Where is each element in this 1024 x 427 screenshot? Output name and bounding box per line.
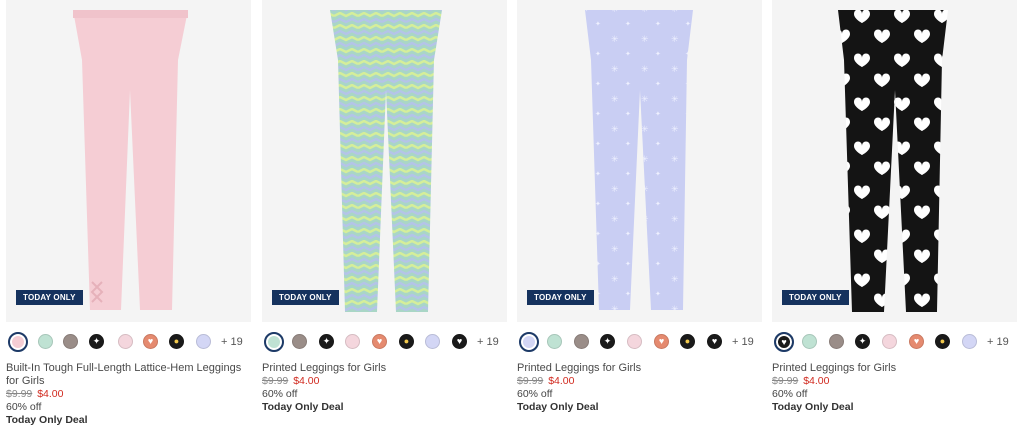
swatch-black-print[interactable]: ✦ (600, 334, 615, 349)
sale-price: $4.00 (803, 375, 830, 387)
color-swatches: ♥ ✦ ♥ ● + 19 (772, 332, 1017, 352)
leggings-illustration (330, 10, 442, 312)
leggings-illustration (838, 10, 948, 312)
swatch-coral-heart[interactable]: ♥ (909, 334, 924, 349)
discount-label: 60% off (262, 388, 298, 400)
product-card: TODAY ONLY ♥ ✦ ♥ ● + 19 Printed Leggings… (772, 0, 1017, 413)
price-row: $9.99 $4.00 (262, 375, 319, 388)
swatch-lavender[interactable] (519, 332, 539, 352)
product-image[interactable]: TODAY ONLY (262, 0, 507, 322)
product-card: TODAY ONLY ✦ ♥ ● ♥ + 19 Printed Leggings… (262, 0, 507, 413)
swatch-coral-heart[interactable]: ♥ (143, 334, 158, 349)
today-only-badge: TODAY ONLY (272, 290, 339, 305)
today-only-badge: TODAY ONLY (16, 290, 83, 305)
swatch-taupe[interactable] (829, 334, 844, 349)
price-row: $9.99 $4.00 (6, 388, 63, 401)
sale-price: $4.00 (37, 388, 64, 400)
today-only-badge: TODAY ONLY (782, 290, 849, 305)
swatch-mint[interactable] (547, 334, 562, 349)
swatch-black-yellow[interactable]: ● (399, 334, 414, 349)
swatch-pink-print[interactable] (882, 334, 897, 349)
product-image[interactable]: TODAY ONLY (6, 0, 251, 322)
discount-label: 60% off (772, 388, 808, 400)
sale-price: $4.00 (548, 375, 575, 387)
swatch-pink-print[interactable] (627, 334, 642, 349)
swatch-mint[interactable] (38, 334, 53, 349)
product-card: TODAY ONLY ✦ ♥ ● + 19 Built-In Tough Ful… (6, 0, 251, 426)
swatch-lavender[interactable] (962, 334, 977, 349)
swatch-lavender[interactable] (425, 334, 440, 349)
swatch-mint[interactable] (264, 332, 284, 352)
product-card: TODAY ONLY ✦ ♥ ● ♥ + 19 Printed Leggings… (517, 0, 762, 413)
swatch-pink-print[interactable] (345, 334, 360, 349)
product-title[interactable]: Printed Leggings for Girls (517, 362, 757, 375)
product-grid: TODAY ONLY ✦ ♥ ● + 19 Built-In Tough Ful… (0, 0, 1024, 427)
swatch-black-print[interactable]: ✦ (89, 334, 104, 349)
today-only-badge: TODAY ONLY (527, 290, 594, 305)
swatch-mint[interactable] (802, 334, 817, 349)
discount-label: 60% off (517, 388, 553, 400)
product-title[interactable]: Printed Leggings for Girls (772, 362, 1012, 375)
original-price: $9.99 (517, 375, 544, 387)
discount-label: 60% off (6, 401, 42, 413)
product-image[interactable]: TODAY ONLY (517, 0, 762, 322)
original-price: $9.99 (262, 375, 289, 387)
swatch-taupe[interactable] (63, 334, 78, 349)
product-title[interactable]: Built-In Tough Full-Length Lattice-Hem L… (6, 362, 246, 388)
swatch-coral-heart[interactable]: ♥ (654, 334, 669, 349)
swatch-taupe[interactable] (574, 334, 589, 349)
swatch-black-yellow[interactable]: ● (680, 334, 695, 349)
more-colors-link[interactable]: + 19 (477, 336, 499, 348)
swatch-black-print[interactable]: ✦ (855, 334, 870, 349)
swatch-black-print[interactable]: ✦ (319, 334, 334, 349)
deal-label: Today Only Deal (262, 401, 344, 413)
swatch-pink[interactable] (8, 332, 28, 352)
sale-price: $4.00 (293, 375, 320, 387)
price-row: $9.99 $4.00 (772, 375, 829, 388)
more-colors-link[interactable]: + 19 (221, 336, 243, 348)
swatch-black-heart[interactable]: ♥ (707, 334, 722, 349)
original-price: $9.99 (772, 375, 799, 387)
price-row: $9.99 $4.00 (517, 375, 574, 388)
swatch-black-yellow[interactable]: ● (935, 334, 950, 349)
swatch-lavender[interactable] (196, 334, 211, 349)
swatch-black-heart[interactable]: ♥ (774, 332, 794, 352)
product-title[interactable]: Printed Leggings for Girls (262, 362, 502, 375)
more-colors-link[interactable]: + 19 (987, 336, 1009, 348)
color-swatches: ✦ ♥ ● ♥ + 19 (517, 332, 762, 352)
deal-label: Today Only Deal (6, 414, 88, 426)
color-swatches: ✦ ♥ ● ♥ + 19 (262, 332, 507, 352)
color-swatches: ✦ ♥ ● + 19 (6, 332, 251, 352)
swatch-taupe[interactable] (292, 334, 307, 349)
swatch-black-heart[interactable]: ♥ (452, 334, 467, 349)
product-image[interactable]: TODAY ONLY (772, 0, 1017, 322)
swatch-pink-print[interactable] (118, 334, 133, 349)
deal-label: Today Only Deal (517, 401, 599, 413)
deal-label: Today Only Deal (772, 401, 854, 413)
swatch-black-yellow[interactable]: ● (169, 334, 184, 349)
original-price: $9.99 (6, 388, 33, 400)
leggings-illustration (585, 10, 693, 310)
leggings-illustration (73, 10, 188, 310)
swatch-coral-heart[interactable]: ♥ (372, 334, 387, 349)
more-colors-link[interactable]: + 19 (732, 336, 754, 348)
